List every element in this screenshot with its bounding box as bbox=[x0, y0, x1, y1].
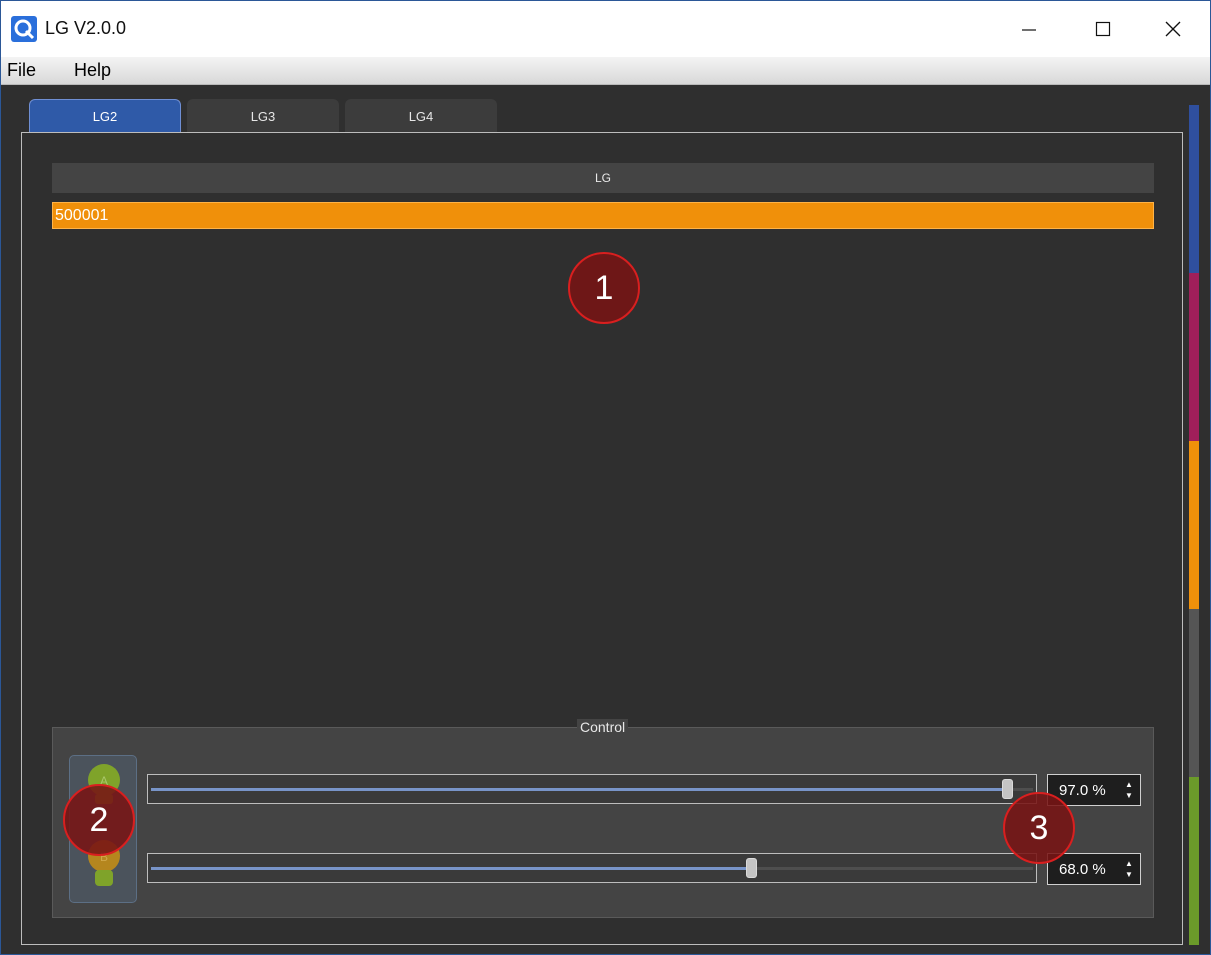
maximize-icon bbox=[1095, 21, 1111, 37]
spin-arrows-icon[interactable]: ▲ ▼ bbox=[1124, 779, 1134, 801]
slider-channel-b[interactable] bbox=[147, 853, 1037, 883]
app-logo-icon bbox=[11, 16, 37, 42]
app-window: LG V2.0.0 File Help LG2 LG3 LG4 LG 50000… bbox=[0, 0, 1211, 955]
list-item[interactable]: 500001 bbox=[52, 202, 1154, 229]
close-icon bbox=[1165, 21, 1181, 37]
minimize-icon bbox=[1022, 29, 1036, 31]
list-header[interactable]: LG bbox=[52, 163, 1154, 193]
title-bar[interactable]: LG V2.0.0 bbox=[1, 1, 1210, 57]
status-strip-2 bbox=[1189, 273, 1199, 441]
status-strip-1 bbox=[1189, 105, 1199, 273]
maximize-button[interactable] bbox=[1065, 1, 1141, 57]
close-button[interactable] bbox=[1135, 1, 1211, 57]
slider-handle[interactable] bbox=[745, 858, 757, 878]
menu-file[interactable]: File bbox=[7, 60, 36, 81]
annotation-marker-2: 2 bbox=[63, 784, 135, 856]
window-title: LG V2.0.0 bbox=[45, 18, 127, 38]
annotation-marker-3: 3 bbox=[1003, 792, 1075, 864]
spinbox-value: 97.0 % bbox=[1059, 781, 1106, 799]
control-group: Control A B 97.0 % ▲ ▼ 68.0 % ▲ ▼ bbox=[52, 719, 1154, 918]
slider-fill bbox=[151, 788, 1007, 791]
minimize-button[interactable] bbox=[991, 1, 1067, 57]
tab-lg3[interactable]: LG3 bbox=[187, 99, 339, 133]
spinbox-value: 68.0 % bbox=[1059, 860, 1106, 878]
spinbox-channel-b[interactable]: 68.0 % ▲ ▼ bbox=[1047, 853, 1141, 885]
tab-lg4[interactable]: LG4 bbox=[345, 99, 497, 133]
menu-help[interactable]: Help bbox=[74, 60, 111, 81]
status-strip-4 bbox=[1189, 609, 1199, 777]
slider-fill bbox=[151, 867, 751, 870]
slider-handle[interactable] bbox=[1001, 779, 1013, 799]
annotation-marker-1: 1 bbox=[568, 252, 640, 324]
slider-channel-a[interactable] bbox=[147, 774, 1037, 804]
status-strip-3 bbox=[1189, 441, 1199, 609]
status-strip-5 bbox=[1189, 777, 1199, 945]
control-group-title: Control bbox=[577, 719, 629, 735]
tab-lg2[interactable]: LG2 bbox=[29, 99, 181, 133]
spin-arrows-icon[interactable]: ▲ ▼ bbox=[1124, 858, 1134, 880]
menu-bar: File Help bbox=[1, 57, 1210, 85]
